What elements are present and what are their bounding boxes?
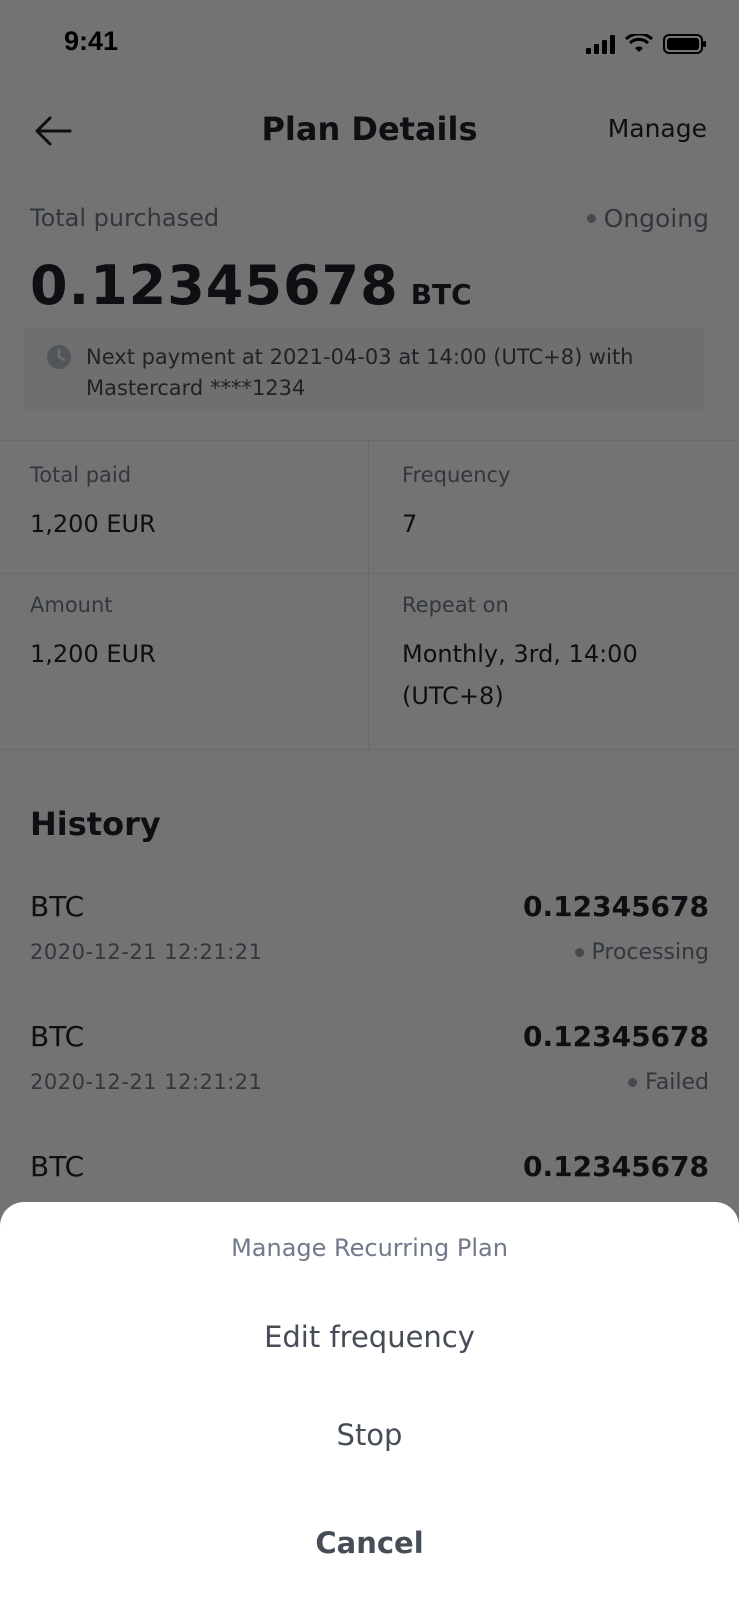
plan-info-grid: Total paid 1,200 EUR Frequency 7 Amount … — [0, 440, 739, 751]
history-status-text: Processing — [591, 940, 709, 965]
frequency-label: Frequency — [402, 463, 511, 487]
plan-summary: Total purchased Ongoing 0.12345678 BTC N… — [0, 174, 739, 442]
frequency-value: 7 — [402, 510, 418, 538]
repeat-on-cell: Repeat on Monthly, 3rd, 14:00 (UTC+8) — [402, 593, 638, 717]
manage-button[interactable]: Manage — [608, 114, 707, 143]
status-dot-icon — [628, 1078, 638, 1087]
history-status: Processing — [574, 940, 709, 965]
repeat-on-label: Repeat on — [402, 593, 509, 617]
total-paid-cell: Total paid 1,200 EUR — [30, 463, 156, 545]
amount-value: 1,200 EUR — [30, 640, 156, 668]
repeat-on-value: Monthly, 3rd, 14:00 (UTC+8) — [402, 633, 638, 717]
status-icons — [586, 32, 707, 56]
total-paid-label: Total paid — [30, 463, 132, 487]
status-time: 9:41 — [64, 26, 119, 56]
notice-line-1: Next payment at 2021-04-03 at 14:00 (UTC… — [86, 345, 634, 369]
repeat-on-value-line-1: Monthly, 3rd, 14:00 — [402, 640, 638, 668]
total-purchased-value: 0.12345678 BTC — [30, 254, 472, 317]
cancel-button[interactable]: Cancel — [0, 1526, 739, 1560]
history-list: BTC 0.12345678 2020-12-21 12:21:21 Proce… — [0, 860, 739, 1250]
total-paid-value: 1,200 EUR — [30, 510, 156, 538]
notice-line-2: Mastercard ****1234 — [86, 376, 306, 400]
repeat-on-value-line-2: (UTC+8) — [402, 682, 504, 710]
frequency-cell: Frequency 7 — [402, 463, 511, 545]
history-coin: BTC — [30, 1020, 85, 1053]
history-coin: BTC — [30, 890, 85, 923]
edit-frequency-button[interactable]: Edit frequency — [0, 1320, 739, 1354]
clock-icon — [47, 345, 71, 369]
history-status-text: Failed — [645, 1070, 709, 1095]
history-coin: BTC — [30, 1150, 85, 1183]
history-row[interactable]: BTC 0.12345678 2020-12-21 12:21:21 Proce… — [0, 860, 739, 990]
history-date: 2020-12-21 12:21:21 — [30, 940, 263, 964]
battery-icon — [663, 34, 706, 54]
status-dot-icon — [586, 214, 596, 223]
plan-status-badge: Ongoing — [586, 204, 709, 233]
status-bar: 9:41 — [0, 0, 739, 86]
next-payment-notice: Next payment at 2021-04-03 at 14:00 (UTC… — [24, 328, 705, 410]
history-amount: 0.12345678 — [523, 1020, 709, 1053]
manage-action-sheet: Manage Recurring Plan Edit frequency Sto… — [0, 1202, 739, 1600]
total-purchased-label: Total purchased — [30, 204, 220, 232]
nav-bar: Plan Details Manage — [0, 86, 739, 174]
grid-divider-horizontal — [0, 573, 739, 574]
amount-label: Amount — [30, 593, 113, 617]
amount-cell: Amount 1,200 EUR — [30, 593, 156, 675]
grid-divider-vertical — [368, 441, 369, 751]
stop-button[interactable]: Stop — [0, 1418, 739, 1452]
history-status: Failed — [628, 1070, 709, 1095]
signal-icon — [586, 34, 615, 54]
history-row[interactable]: BTC 0.12345678 2020-12-21 12:21:21 Faile… — [0, 990, 739, 1120]
total-amount: 0.12345678 — [30, 254, 399, 317]
history-amount: 0.12345678 — [523, 890, 709, 923]
history-date: 2020-12-21 12:21:21 — [30, 1070, 263, 1094]
history-title: History — [30, 805, 161, 843]
sheet-title: Manage Recurring Plan — [231, 1234, 508, 1262]
plan-status-text: Ongoing — [603, 204, 709, 233]
wifi-icon — [625, 34, 653, 52]
status-dot-icon — [574, 948, 584, 957]
total-unit: BTC — [410, 278, 472, 311]
history-amount: 0.12345678 — [523, 1150, 709, 1183]
